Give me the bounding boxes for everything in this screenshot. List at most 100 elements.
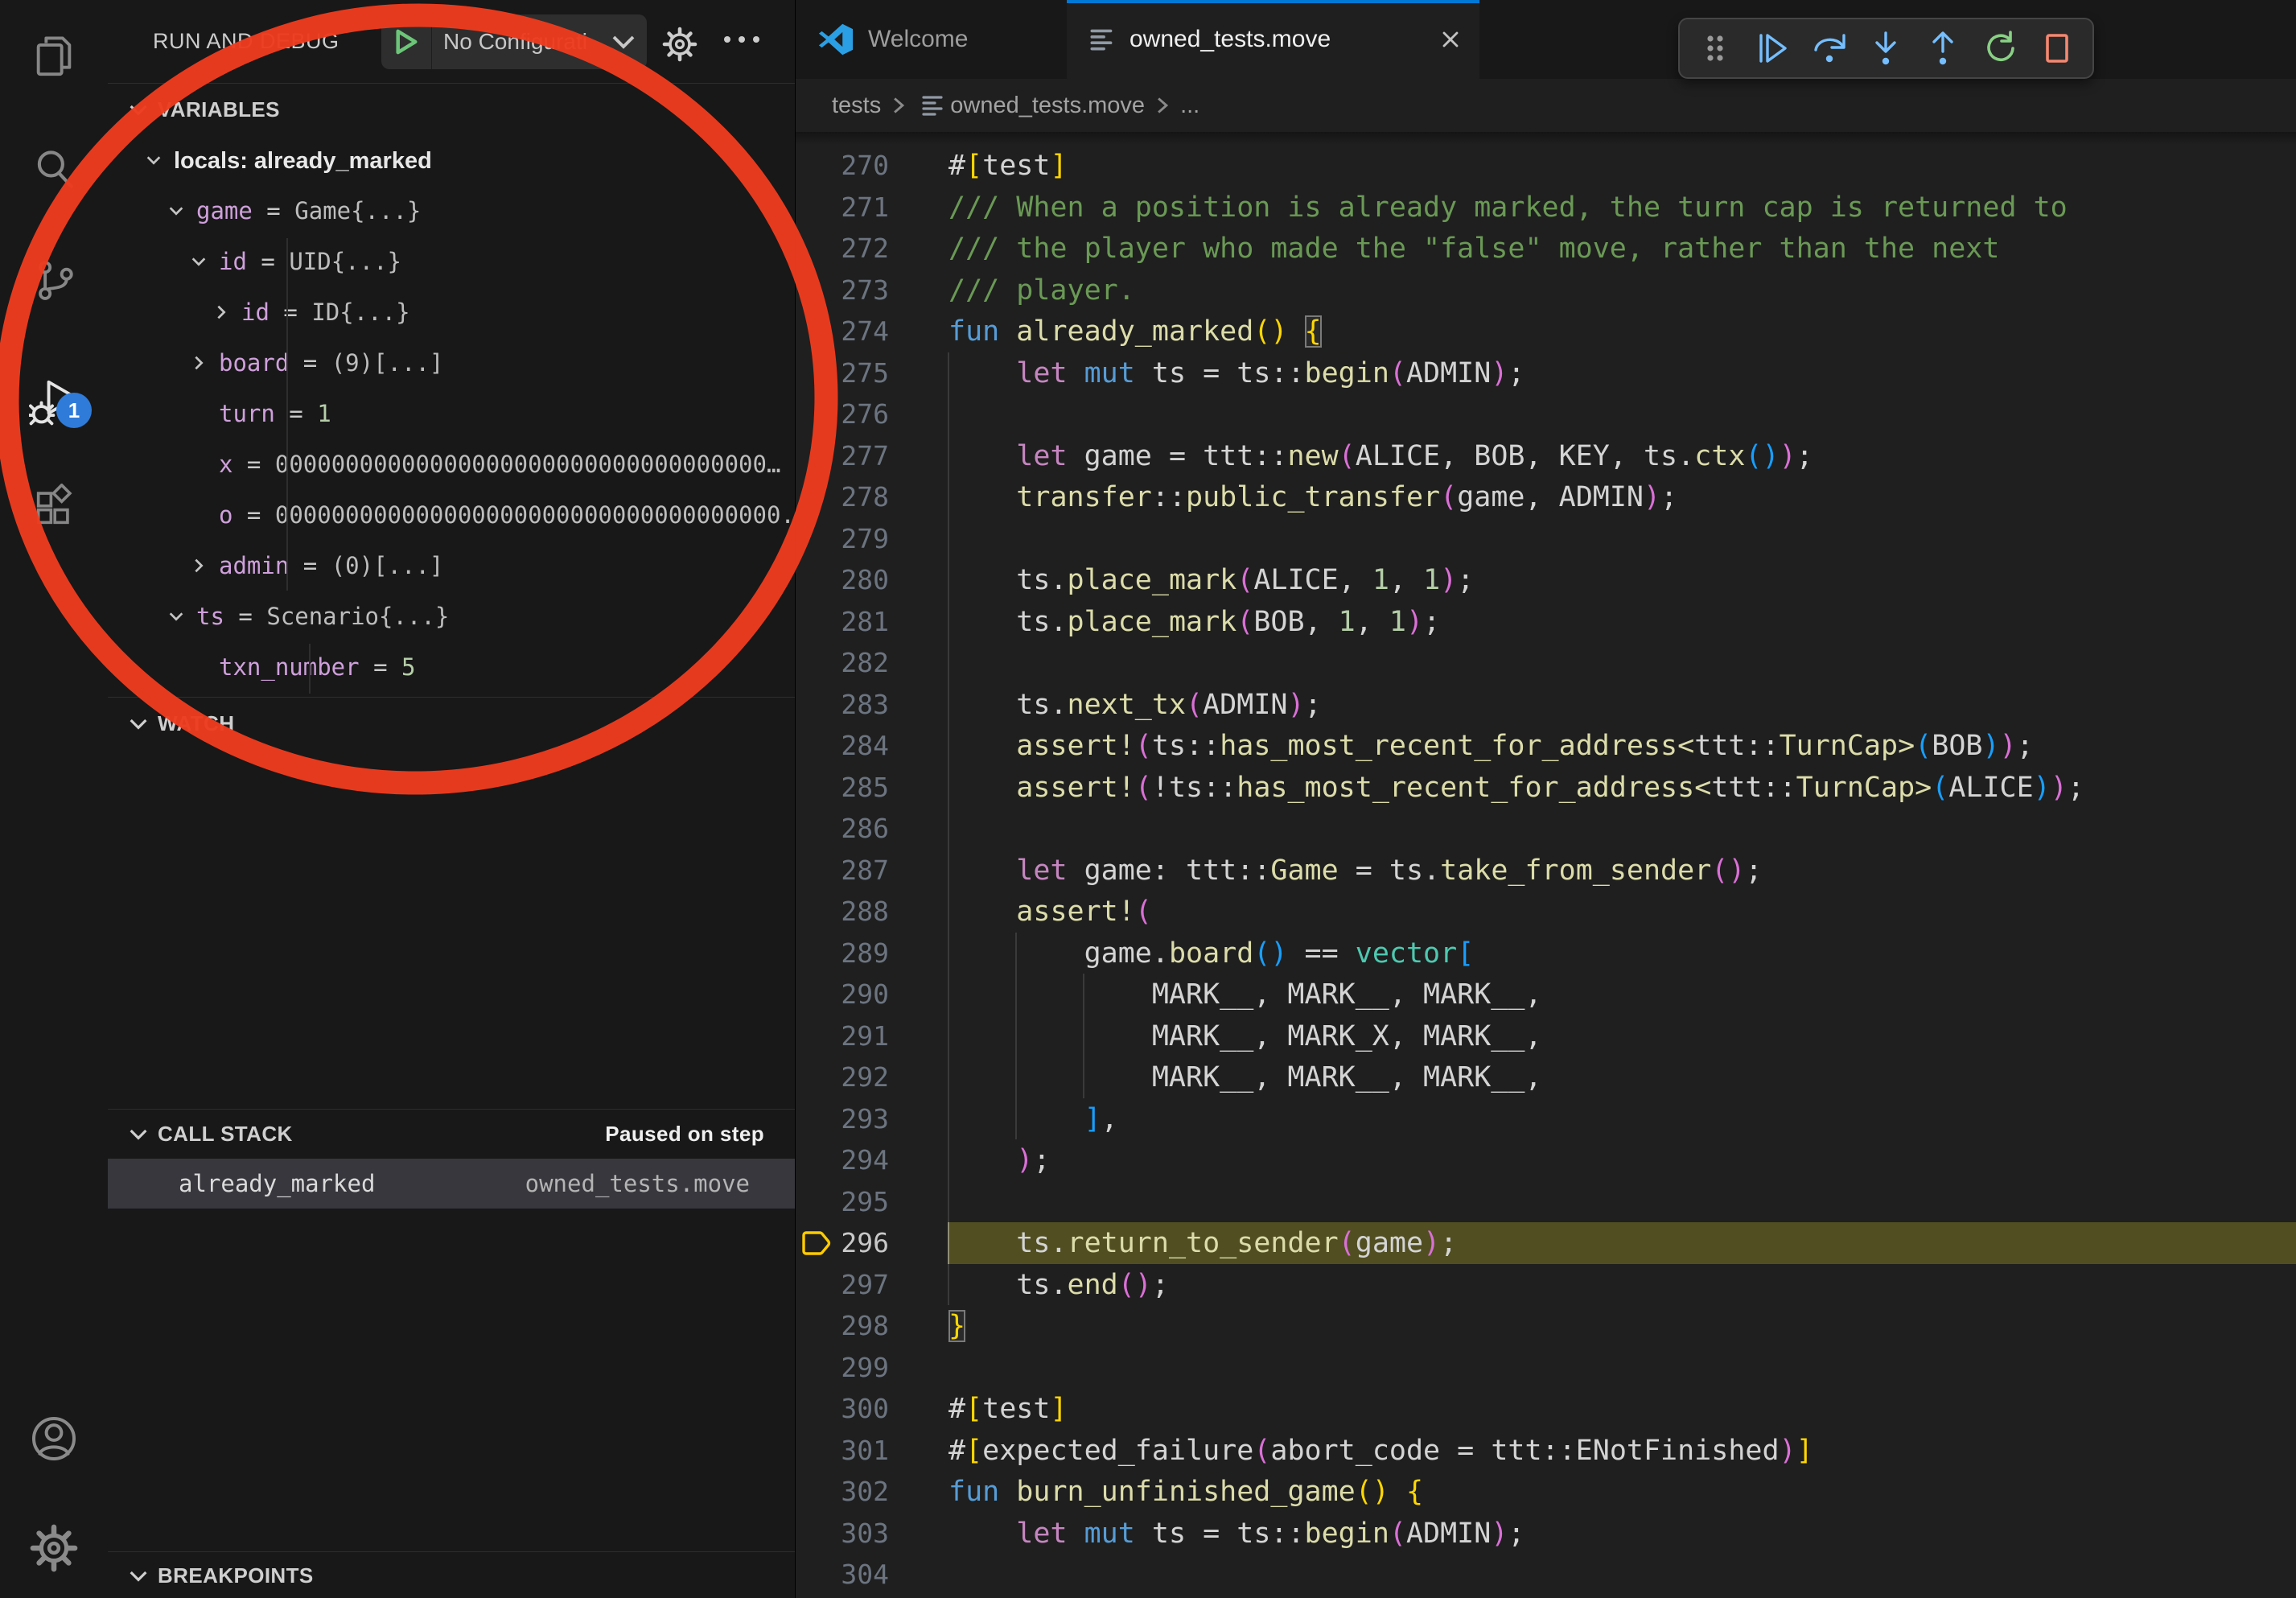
variable-row[interactable]: x = 00000000000000000000000000000000000… <box>108 439 795 490</box>
line-number[interactable]: 291 <box>796 1015 889 1057</box>
line-number[interactable]: 287 <box>796 850 889 892</box>
line-number[interactable]: 276 <box>796 393 889 435</box>
code-line[interactable]: 272/// the player who made the "false" m… <box>796 228 2296 270</box>
line-number[interactable]: 279 <box>796 518 889 560</box>
code-line[interactable]: 271/// When a position is already marked… <box>796 187 2296 229</box>
line-number[interactable]: 275 <box>796 352 889 394</box>
line-number[interactable]: 284 <box>796 725 889 767</box>
line-number[interactable]: 292 <box>796 1056 889 1098</box>
line-number[interactable]: 294 <box>796 1139 889 1181</box>
line-number[interactable]: 280 <box>796 559 889 601</box>
code-line[interactable]: 289 game.board() == vector[ <box>796 933 2296 974</box>
chevron-down-icon[interactable] <box>145 151 163 169</box>
call-stack-section-header[interactable]: CALL STACK Paused on step <box>108 1110 795 1157</box>
code-line[interactable]: 274fun already_marked() { <box>796 311 2296 352</box>
code-line[interactable]: 276 <box>796 393 2296 435</box>
code-line[interactable]: 297 ts.end(); <box>796 1264 2296 1306</box>
restart-button[interactable] <box>1979 27 2021 69</box>
code-line[interactable]: 278 transfer::public_transfer(game, ADMI… <box>796 476 2296 518</box>
explorer-icon[interactable] <box>0 26 108 84</box>
line-number[interactable]: 286 <box>796 808 889 850</box>
drag-grip-icon[interactable] <box>1694 27 1736 69</box>
line-number[interactable]: 289 <box>796 933 889 974</box>
code-line[interactable]: 304 <box>796 1554 2296 1596</box>
code-line[interactable]: 275 let mut ts = ts::begin(ADMIN); <box>796 352 2296 394</box>
code-line[interactable]: 294 ); <box>796 1139 2296 1181</box>
run-and-debug-icon[interactable] <box>0 372 108 430</box>
code-line[interactable]: 292 MARK__, MARK__, MARK__, <box>796 1056 2296 1098</box>
line-number[interactable]: 293 <box>796 1098 889 1140</box>
code-line[interactable]: 280 ts.place_mark(ALICE, 1, 1); <box>796 559 2296 601</box>
account-icon[interactable] <box>0 1410 108 1468</box>
code-line[interactable]: 290 MARK__, MARK__, MARK__, <box>796 974 2296 1015</box>
step-out-button[interactable] <box>1922 27 1964 69</box>
code-area[interactable]: 270#[test]271/// When a position is alre… <box>796 0 2296 1598</box>
variable-row[interactable]: o = 000000000000000000000000000000000000… <box>108 490 795 541</box>
gear-icon[interactable] <box>661 26 698 63</box>
code-line[interactable]: 273/// player. <box>796 270 2296 311</box>
code-line[interactable]: 296 ts.return_to_sender(game); <box>796 1222 2296 1264</box>
code-line[interactable]: 299 <box>796 1347 2296 1389</box>
line-number[interactable]: 278 <box>796 476 889 518</box>
variables-scope-row[interactable]: locals: already_marked <box>108 135 795 186</box>
code-line[interactable]: 291 MARK__, MARK_X, MARK__, <box>796 1015 2296 1057</box>
debug-config-dropdown[interactable]: No Configurati <box>381 14 647 69</box>
variable-row[interactable]: ts = Scenario{...} <box>108 591 795 642</box>
stop-button[interactable] <box>2036 27 2078 69</box>
code-line[interactable]: 286 <box>796 808 2296 850</box>
line-number[interactable]: 288 <box>796 891 889 933</box>
code-line[interactable]: 282 <box>796 642 2296 684</box>
variable-row[interactable]: txn_number = 5 <box>108 642 795 693</box>
variable-row[interactable]: id = ID{...} <box>108 287 795 338</box>
chevron-down-icon[interactable] <box>190 253 208 270</box>
more-actions-icon[interactable] <box>721 32 763 47</box>
settings-gear-icon[interactable] <box>0 1519 108 1577</box>
chevron-right-icon[interactable] <box>212 303 230 321</box>
code-line[interactable]: 287 let game: ttt::Game = ts.take_from_s… <box>796 850 2296 892</box>
code-line[interactable]: 298} <box>796 1305 2296 1347</box>
line-number[interactable]: 298 <box>796 1305 889 1347</box>
line-number[interactable]: 300 <box>796 1388 889 1430</box>
line-number[interactable]: 282 <box>796 642 889 684</box>
code-line[interactable]: 279 <box>796 518 2296 560</box>
line-number[interactable]: 296 <box>796 1222 889 1264</box>
line-number[interactable]: 301 <box>796 1430 889 1472</box>
code-line[interactable]: 288 assert!( <box>796 891 2296 933</box>
code-line[interactable]: 303 let mut ts = ts::begin(ADMIN); <box>796 1513 2296 1555</box>
code-line[interactable]: 302fun burn_unfinished_game() { <box>796 1471 2296 1513</box>
line-number[interactable]: 277 <box>796 435 889 477</box>
step-into-button[interactable] <box>1865 27 1907 69</box>
search-icon[interactable] <box>0 140 108 198</box>
line-number[interactable]: 274 <box>796 311 889 352</box>
chevron-right-icon[interactable] <box>190 354 208 372</box>
code-line[interactable]: 283 ts.next_tx(ADMIN); <box>796 684 2296 726</box>
line-number[interactable]: 290 <box>796 974 889 1015</box>
code-line[interactable]: 270#[test] <box>796 145 2296 187</box>
line-number[interactable]: 297 <box>796 1264 889 1306</box>
start-debugging-icon[interactable] <box>381 14 432 69</box>
code-line[interactable]: 284 assert!(ts::has_most_recent_for_addr… <box>796 725 2296 767</box>
code-line[interactable]: 277 let game = ttt::new(ALICE, BOB, KEY,… <box>796 435 2296 477</box>
variable-row[interactable]: board = (9)[...] <box>108 338 795 389</box>
line-number[interactable]: 285 <box>796 767 889 809</box>
chevron-down-icon[interactable] <box>167 607 185 625</box>
code-line[interactable]: 300#[test] <box>796 1388 2296 1430</box>
code-line[interactable]: 293 ], <box>796 1098 2296 1140</box>
step-over-button[interactable] <box>1808 27 1850 69</box>
continue-button[interactable] <box>1751 27 1793 69</box>
variable-row[interactable]: game = Game{...} <box>108 186 795 237</box>
code-line[interactable]: 285 assert!(!ts::has_most_recent_for_add… <box>796 767 2296 809</box>
line-number[interactable]: 270 <box>796 145 889 187</box>
line-number[interactable]: 272 <box>796 228 889 270</box>
line-number[interactable]: 299 <box>796 1347 889 1389</box>
code-line[interactable]: 281 ts.place_mark(BOB, 1, 1); <box>796 601 2296 643</box>
variable-row[interactable]: admin = (0)[...] <box>108 541 795 591</box>
extensions-icon[interactable] <box>0 478 108 536</box>
call-stack-frame-row[interactable]: already_marked owned_tests.move <box>108 1159 795 1209</box>
variable-row[interactable]: id = UID{...} <box>108 237 795 287</box>
variable-row[interactable]: turn = 1 <box>108 389 795 439</box>
line-number[interactable]: 283 <box>796 684 889 726</box>
code-line[interactable]: 301#[expected_failure(abort_code = ttt::… <box>796 1430 2296 1472</box>
line-number[interactable]: 273 <box>796 270 889 311</box>
line-number[interactable]: 281 <box>796 601 889 643</box>
